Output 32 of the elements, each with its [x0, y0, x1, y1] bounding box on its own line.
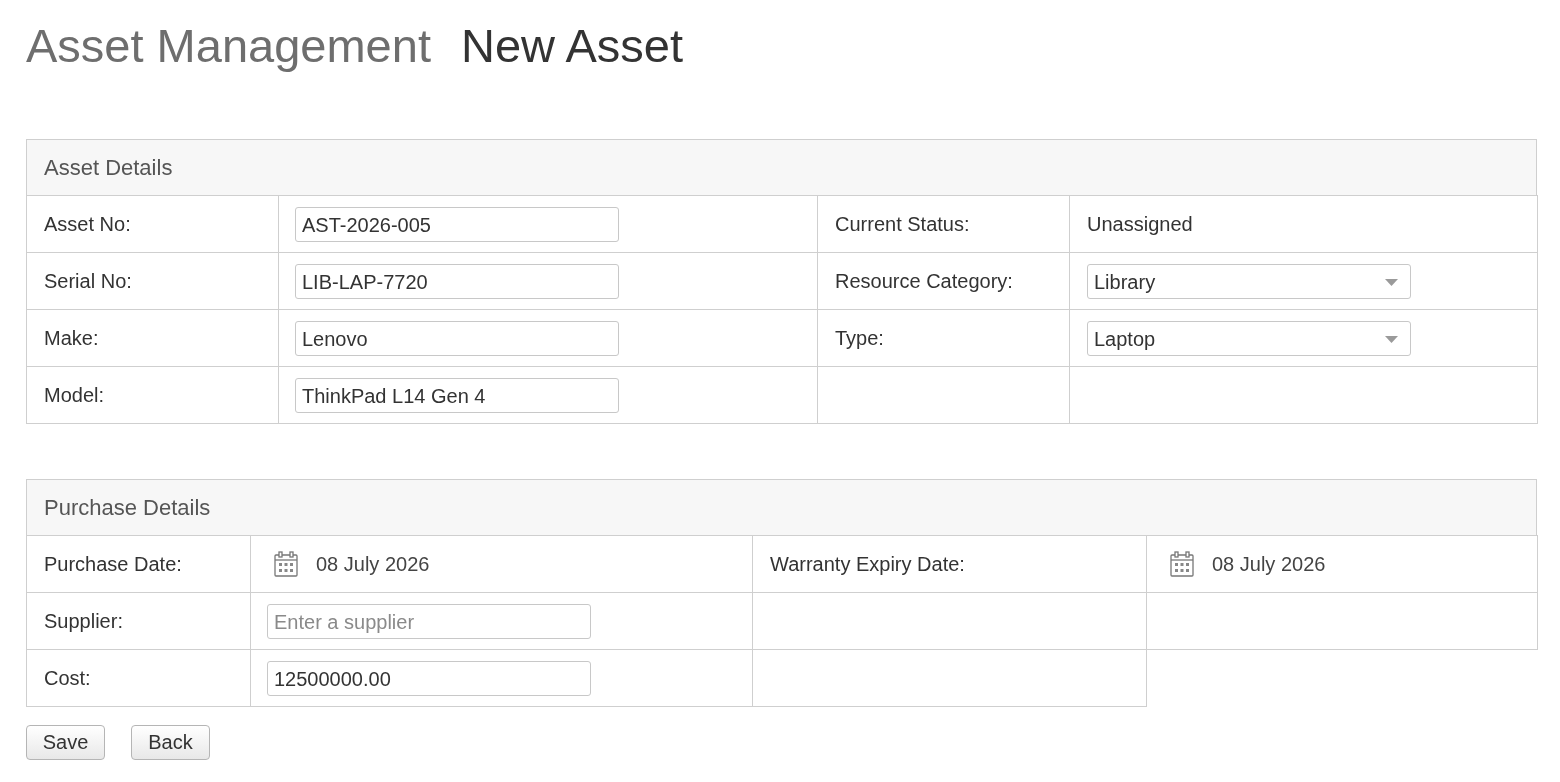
breadcrumb-section[interactable]: Asset Management — [26, 14, 431, 78]
date-text: 08 July 2026 — [316, 552, 430, 576]
calendar-icon[interactable] — [1170, 551, 1194, 577]
date-text: 08 July 2026 — [1212, 552, 1326, 576]
input-field[interactable]: LIB-LAP-7720 — [295, 263, 619, 299]
calendar-icon[interactable] — [274, 551, 298, 577]
field-label: Warranty Expiry Date: — [770, 552, 965, 575]
input-field[interactable]: ThinkPad L14 Gen 4 — [295, 377, 619, 413]
field-label: Asset No: — [44, 212, 131, 235]
field-label: Model: — [44, 383, 105, 406]
dropdown-field[interactable]: Laptop — [1087, 320, 1411, 356]
dropdown-field[interactable]: Library — [1087, 263, 1411, 299]
caret-icon — [1385, 279, 1398, 286]
field-label: Cost: — [44, 666, 91, 689]
field-label: Purchase Date: — [44, 552, 182, 575]
input-field[interactable]: Lenovo — [295, 320, 619, 356]
action-button[interactable]: Back — [131, 725, 210, 760]
field-label: Supplier: — [44, 609, 123, 632]
caret-icon — [1385, 336, 1398, 343]
field-label: Make: — [44, 326, 99, 349]
field-label: Type: — [835, 326, 884, 349]
field-label: Serial No: — [44, 269, 132, 292]
action-button[interactable]: Save — [26, 725, 105, 760]
input-field[interactable]: Enter a supplier — [267, 603, 591, 639]
page-title: New Asset — [460, 18, 683, 74]
panel-header: Asset Details — [26, 139, 1537, 195]
status-value: Unassigned — [1087, 212, 1193, 235]
input-field[interactable]: AST-2026-005 — [295, 206, 619, 242]
input-field[interactable]: 12500000.00 — [267, 660, 591, 696]
panel-header: Purchase Details — [26, 479, 1537, 535]
field-label: Resource Category: — [835, 269, 1013, 292]
field-label: Current Status: — [835, 212, 970, 235]
